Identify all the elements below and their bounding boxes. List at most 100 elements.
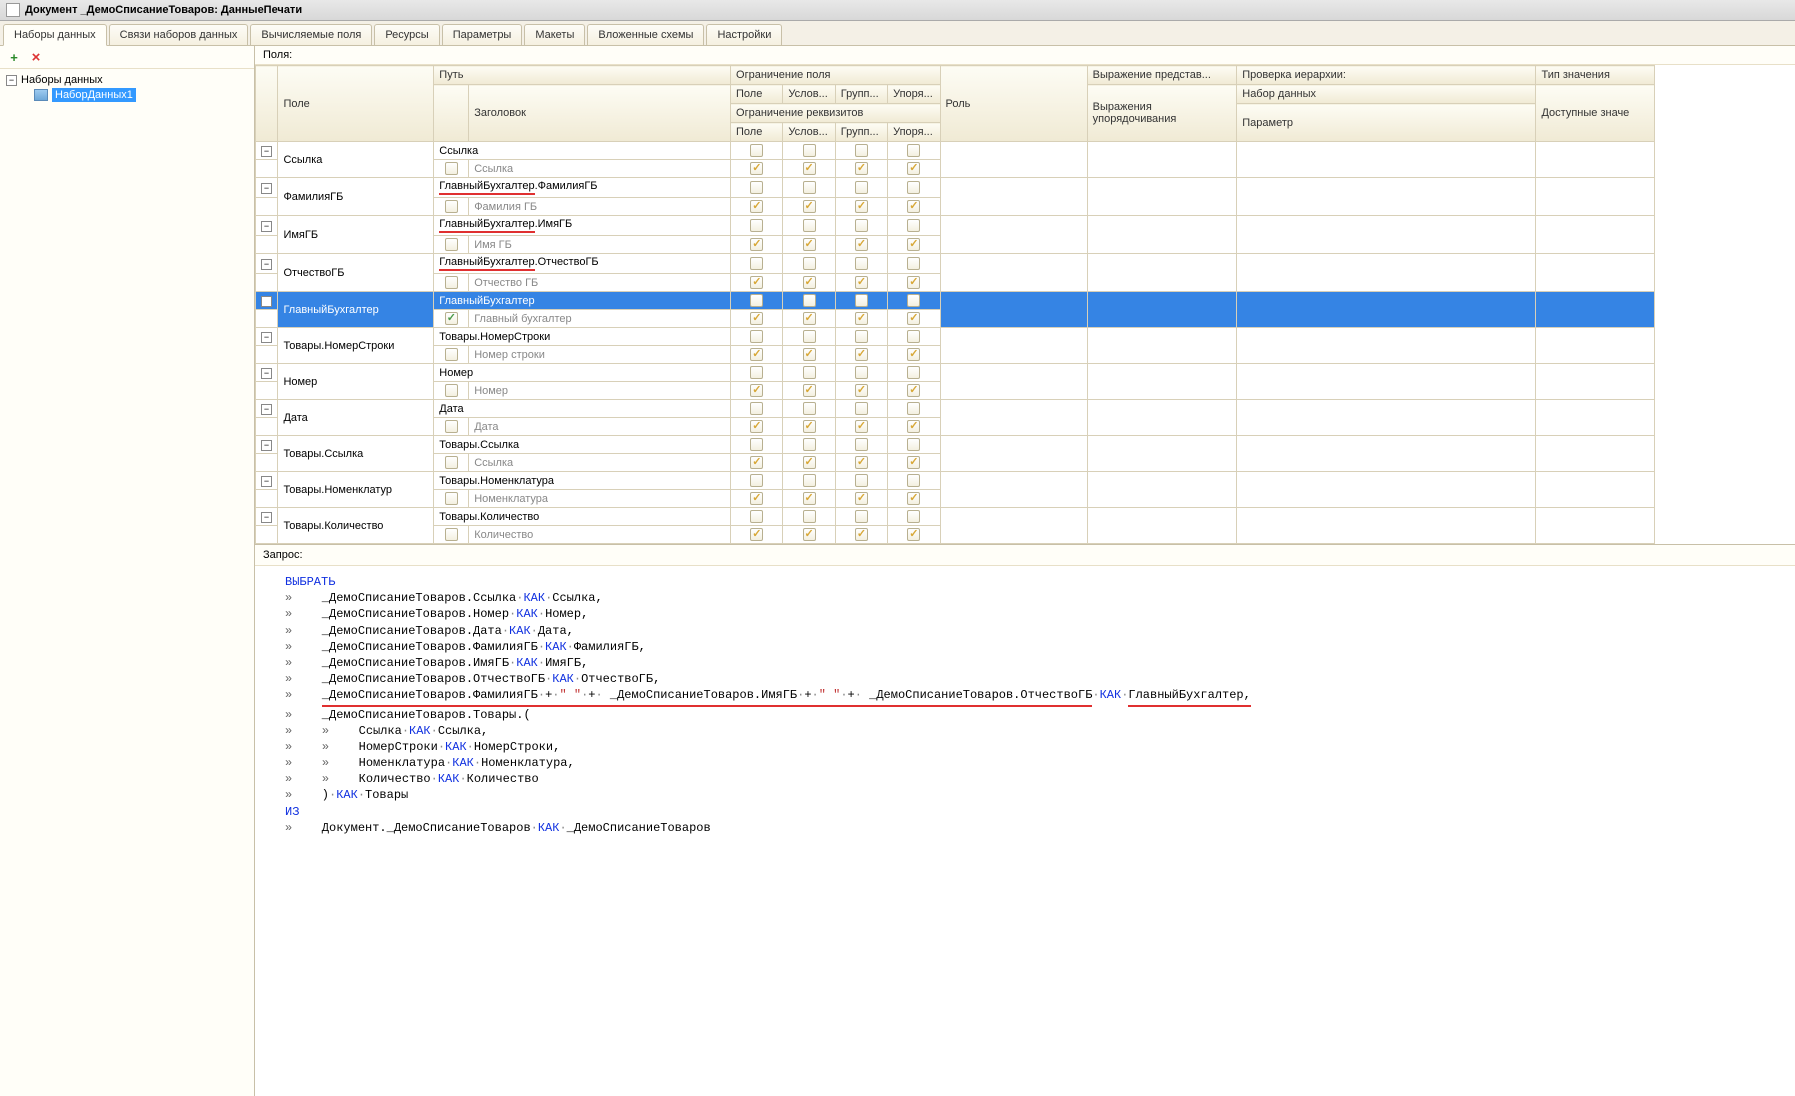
- checkbox[interactable]: [750, 312, 763, 325]
- checkbox[interactable]: [445, 384, 458, 397]
- checkbox[interactable]: [750, 438, 763, 451]
- checkbox[interactable]: [803, 348, 816, 361]
- cell-path[interactable]: ГлавныйБухгалтер.ИмяГБ: [434, 216, 731, 236]
- cell-path[interactable]: ГлавныйБухгалтер.ФамилияГБ: [434, 178, 731, 198]
- checkbox[interactable]: [907, 294, 920, 307]
- th-uslov2[interactable]: Услов...: [783, 123, 835, 142]
- checkbox[interactable]: [750, 238, 763, 251]
- checkbox[interactable]: [855, 384, 868, 397]
- checkbox[interactable]: [855, 510, 868, 523]
- checkbox[interactable]: [855, 492, 868, 505]
- checkbox[interactable]: [803, 510, 816, 523]
- table-row[interactable]: −Товары.КоличествоТовары.Количество: [256, 508, 1655, 526]
- cell-field[interactable]: Товары.НомерСтроки: [278, 328, 434, 364]
- checkbox[interactable]: [907, 312, 920, 325]
- checkbox[interactable]: [855, 402, 868, 415]
- th-ds[interactable]: Набор данных: [1237, 85, 1536, 104]
- th-pole[interactable]: Поле: [731, 85, 783, 104]
- cell-field[interactable]: Ссылка: [278, 142, 434, 178]
- th-limfield[interactable]: Ограничение поля: [731, 66, 941, 85]
- checkbox[interactable]: [750, 348, 763, 361]
- tab-0[interactable]: Наборы данных: [3, 24, 107, 46]
- tree-root[interactable]: − Наборы данных: [4, 73, 250, 87]
- checkbox[interactable]: [750, 492, 763, 505]
- tab-3[interactable]: Ресурсы: [374, 24, 439, 45]
- checkbox[interactable]: [907, 276, 920, 289]
- checkbox[interactable]: [803, 330, 816, 343]
- collapse-icon[interactable]: −: [261, 368, 272, 379]
- checkbox[interactable]: [855, 257, 868, 270]
- checkbox[interactable]: [803, 238, 816, 251]
- checkbox[interactable]: [855, 144, 868, 157]
- cell-path[interactable]: Товары.Номенклатура: [434, 472, 731, 490]
- checkbox[interactable]: [907, 492, 920, 505]
- checkbox[interactable]: [803, 219, 816, 232]
- checkbox[interactable]: [855, 348, 868, 361]
- checkbox[interactable]: [907, 219, 920, 232]
- checkbox[interactable]: [445, 312, 458, 325]
- checkbox[interactable]: [445, 420, 458, 433]
- th-type[interactable]: Тип значения: [1536, 66, 1655, 85]
- collapse-icon[interactable]: −: [261, 476, 272, 487]
- checkbox[interactable]: [803, 456, 816, 469]
- checkbox[interactable]: [445, 528, 458, 541]
- cell-field[interactable]: ОтчествоГБ: [278, 254, 434, 292]
- checkbox[interactable]: [750, 474, 763, 487]
- collapse-icon[interactable]: −: [261, 146, 272, 157]
- collapse-icon[interactable]: −: [261, 512, 272, 523]
- cell-heading[interactable]: Номенклатура: [469, 490, 731, 508]
- checkbox[interactable]: [855, 200, 868, 213]
- cell-path[interactable]: ГлавныйБухгалтер: [434, 292, 731, 310]
- cell-field[interactable]: Товары.Номенклатур: [278, 472, 434, 508]
- cell-path[interactable]: Товары.НомерСтроки: [434, 328, 731, 346]
- checkbox[interactable]: [803, 492, 816, 505]
- checkbox[interactable]: [750, 528, 763, 541]
- checkbox[interactable]: [855, 420, 868, 433]
- cell-heading[interactable]: Имя ГБ: [469, 236, 731, 254]
- checkbox[interactable]: [855, 294, 868, 307]
- checkbox[interactable]: [855, 276, 868, 289]
- checkbox[interactable]: [803, 144, 816, 157]
- cell-heading[interactable]: Количество: [469, 526, 731, 544]
- cell-path[interactable]: Ссылка: [434, 142, 731, 160]
- table-row[interactable]: −Товары.НомерСтрокиТовары.НомерСтроки: [256, 328, 1655, 346]
- cell-field[interactable]: ГлавныйБухгалтер: [278, 292, 434, 328]
- checkbox[interactable]: [803, 528, 816, 541]
- table-row[interactable]: −ИмяГБГлавныйБухгалтер.ИмяГБ: [256, 216, 1655, 236]
- th-pole2[interactable]: Поле: [731, 123, 783, 142]
- checkbox[interactable]: [803, 162, 816, 175]
- th-path[interactable]: Путь: [434, 66, 731, 85]
- cell-field[interactable]: ИмяГБ: [278, 216, 434, 254]
- checkbox[interactable]: [445, 238, 458, 251]
- cell-heading[interactable]: Фамилия ГБ: [469, 198, 731, 216]
- checkbox[interactable]: [445, 162, 458, 175]
- checkbox[interactable]: [750, 200, 763, 213]
- th-avail[interactable]: Доступные значе: [1536, 85, 1655, 142]
- tab-6[interactable]: Вложенные схемы: [587, 24, 704, 45]
- table-row[interactable]: −ГлавныйБухгалтерГлавныйБухгалтер: [256, 292, 1655, 310]
- th-grupp2[interactable]: Групп...: [835, 123, 887, 142]
- checkbox[interactable]: [907, 474, 920, 487]
- checkbox[interactable]: [907, 510, 920, 523]
- checkbox[interactable]: [907, 257, 920, 270]
- cell-path[interactable]: Номер: [434, 364, 731, 382]
- collapse-icon[interactable]: −: [261, 296, 272, 307]
- checkbox[interactable]: [445, 276, 458, 289]
- collapse-icon[interactable]: −: [261, 259, 272, 270]
- tab-7[interactable]: Настройки: [706, 24, 782, 45]
- table-row[interactable]: −Товары.СсылкаТовары.Ссылка: [256, 436, 1655, 454]
- checkbox[interactable]: [855, 474, 868, 487]
- checkbox[interactable]: [907, 162, 920, 175]
- checkbox[interactable]: [855, 162, 868, 175]
- fields-table[interactable]: Поле Путь Ограничение поля Роль Выражени…: [255, 65, 1655, 544]
- th-head[interactable]: Заголовок: [469, 85, 731, 142]
- th-uslov[interactable]: Услов...: [783, 85, 835, 104]
- tab-2[interactable]: Вычисляемые поля: [250, 24, 372, 45]
- checkbox[interactable]: [907, 348, 920, 361]
- collapse-icon[interactable]: −: [261, 332, 272, 343]
- checkbox[interactable]: [750, 456, 763, 469]
- checkbox[interactable]: [803, 294, 816, 307]
- checkbox[interactable]: [803, 181, 816, 194]
- checkbox[interactable]: [803, 420, 816, 433]
- th-exprord[interactable]: Выражения упорядочивания: [1087, 85, 1237, 142]
